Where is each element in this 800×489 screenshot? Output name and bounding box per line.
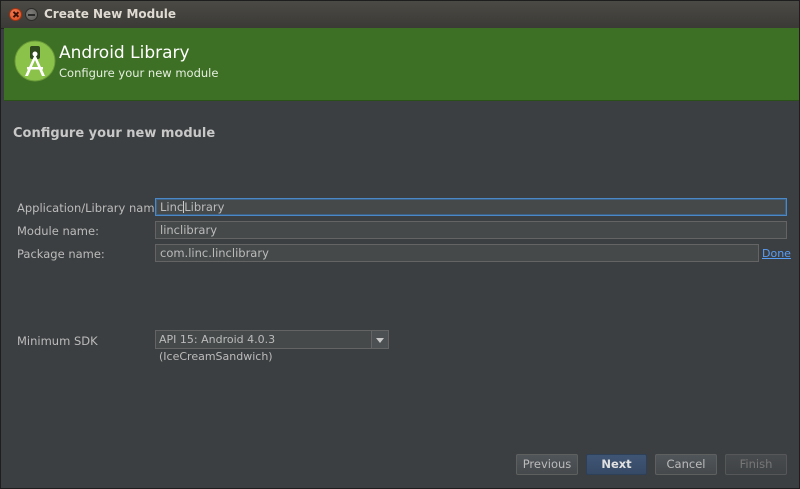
wizard-title: Android Library <box>59 43 190 63</box>
app-name-label: Application/Library name: <box>17 201 166 215</box>
app-name-value-start: Linc <box>160 200 184 214</box>
previous-button[interactable]: Previous <box>516 454 578 475</box>
module-name-label: Module name: <box>17 224 99 238</box>
app-name-input[interactable]: LincLibrary <box>155 198 787 216</box>
next-button[interactable]: Next <box>586 454 647 475</box>
title-bar: Create New Module <box>1 1 799 29</box>
package-name-label: Package name: <box>17 247 105 261</box>
chevron-down-icon[interactable] <box>371 331 388 348</box>
app-name-value-end: Library <box>184 200 225 214</box>
cancel-button[interactable]: Cancel <box>655 454 717 475</box>
module-name-input[interactable]: linclibrary <box>155 221 787 239</box>
close-window-button[interactable] <box>9 8 22 21</box>
minimum-sdk-label: Minimum SDK <box>17 334 98 348</box>
finish-button[interactable]: Finish <box>725 454 787 475</box>
window-title: Create New Module <box>44 7 177 21</box>
package-name-done-link[interactable]: Done <box>762 247 791 260</box>
minimize-window-button[interactable] <box>25 8 38 21</box>
minimum-sdk-select[interactable]: API 15: Android 4.0.3 (IceCreamSandwich) <box>155 330 389 363</box>
wizard-header: Android Library Configure your new modul… <box>4 28 799 101</box>
minimum-sdk-value: API 15: Android 4.0.3 (IceCreamSandwich) <box>159 333 276 363</box>
package-name-input[interactable]: com.linc.linclibrary <box>155 244 759 262</box>
android-studio-logo-icon <box>14 40 56 82</box>
section-title: Configure your new module <box>13 126 216 141</box>
wizard-subtitle: Configure your new module <box>59 66 219 80</box>
create-new-module-dialog: Create New Module Android Library Config… <box>0 0 800 489</box>
